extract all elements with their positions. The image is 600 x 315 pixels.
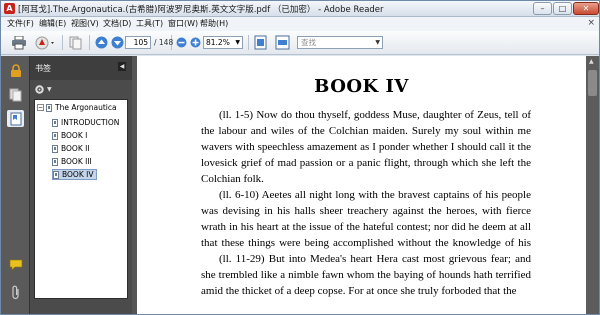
bookmarks-panel: 书签 ◀ ▼ − The Argonautica INTRODUCTION BO… (30, 56, 132, 314)
restore-button[interactable]: □ (553, 2, 572, 15)
bookmark-label: BOOK IV (62, 170, 94, 179)
chevron-down-icon: ▼ (47, 86, 52, 93)
bookmark-tree: − The Argonautica INTRODUCTION BOOK I BO… (34, 99, 128, 299)
collapse-toggle-icon[interactable]: − (37, 104, 44, 111)
bookmarks-tab[interactable] (7, 110, 24, 127)
close-button[interactable]: ✕ (573, 2, 599, 15)
toolbar-separator (62, 35, 63, 50)
bookmark-icon (52, 144, 58, 153)
collapse-panel-button[interactable]: ◀ (118, 62, 126, 71)
bookmark-icon (10, 112, 21, 125)
vertical-scrollbar[interactable]: ▲ (586, 56, 599, 314)
fit-page-button[interactable] (252, 34, 268, 51)
menu-tools[interactable]: 工具(T) (136, 18, 163, 29)
security-tab[interactable] (7, 62, 24, 79)
create-pdf-button[interactable] (34, 34, 58, 51)
bookmark-label: BOOK III (61, 157, 92, 166)
menu-document[interactable]: 文档(D) (103, 18, 131, 29)
bookmark-options-button[interactable]: ▼ (34, 83, 54, 96)
bookmarks-panel-title: 书签 (35, 64, 51, 73)
zoom-out-button[interactable] (175, 34, 187, 51)
pages-tab[interactable] (7, 86, 24, 103)
bookmark-label: BOOK I (61, 131, 88, 140)
bookmark-icon (52, 118, 58, 127)
fit-width-button[interactable] (273, 34, 291, 51)
bookmark-label: BOOK II (61, 144, 90, 153)
scroll-up-icon[interactable]: ▲ (589, 58, 594, 65)
title-bar: A [阿耳戈].The.Argonautica.(古希腊)阿波罗尼奥斯.英文文字… (1, 1, 599, 17)
bookmarks-panel-header: 书签 ◀ (30, 56, 132, 80)
bookmark-root[interactable]: − The Argonautica (37, 103, 117, 112)
menu-window[interactable]: 窗口(W) (168, 18, 198, 29)
window-title: [阿耳戈].The.Argonautica.(古希腊)阿波罗尼奥斯.英文文字版.… (18, 5, 384, 15)
zoom-in-icon (190, 37, 200, 48)
minimize-button[interactable]: – (533, 2, 552, 15)
previous-page-button[interactable] (94, 34, 108, 51)
paragraph: (ll. 11-29) But into Medea's heart Hera … (201, 253, 531, 297)
bookmark-label: INTRODUCTION (61, 118, 120, 127)
print-button[interactable] (9, 34, 29, 51)
zoom-level-select[interactable]: 81.2% ▼ (203, 36, 243, 49)
navigation-tabs (1, 56, 30, 314)
bookmark-label: The Argonautica (55, 103, 117, 112)
zoom-in-button[interactable] (189, 34, 201, 51)
page-thumbnails-icon (9, 88, 22, 101)
zoom-out-icon (176, 37, 186, 48)
fit-page-icon (254, 35, 266, 50)
scrollbar-thumb[interactable] (588, 70, 597, 96)
chevron-down-icon: ▼ (235, 39, 240, 46)
paperclip-icon (11, 285, 19, 300)
page-heading: BOOK IV (314, 76, 409, 97)
bookmark-icon (52, 157, 58, 166)
menu-bar: 文件(F) 编辑(E) 视图(V) 文档(D) 工具(T) 窗口(W) 帮助(H… (1, 17, 599, 31)
comments-tab[interactable] (7, 256, 24, 273)
page-number-input[interactable] (125, 36, 151, 49)
bookmark-item[interactable]: INTRODUCTION (52, 118, 119, 127)
pages-button[interactable] (67, 34, 85, 51)
menu-help[interactable]: 帮助(H) (200, 18, 228, 29)
up-arrow-icon (95, 36, 107, 49)
bookmark-item[interactable]: BOOK II (52, 144, 90, 153)
toolbar-separator (89, 35, 90, 50)
pdf-page: BOOK IV (ll. 1-5) Now do thou thyself, g… (137, 56, 586, 314)
menu-view[interactable]: 视图(V) (71, 18, 99, 29)
comment-icon (9, 259, 22, 271)
menu-edit[interactable]: 编辑(E) (39, 18, 66, 29)
zoom-level-value: 81.2% (206, 38, 230, 47)
paragraph: (ll. 6-10) Aeetes all night long with th… (201, 189, 531, 249)
page-total: / 148 (154, 38, 174, 47)
reader-window: A [阿耳戈].The.Argonautica.(古希腊)阿波罗尼奥斯.英文文字… (0, 0, 600, 315)
toolbar-separator (248, 35, 249, 50)
down-arrow-icon (111, 36, 123, 49)
paragraph: (ll. 1-5) Now do thou thyself, goddess M… (201, 109, 531, 185)
find-placeholder: 查找 (301, 38, 316, 47)
menu-file[interactable]: 文件(F) (7, 18, 34, 29)
adobe-reader-icon: A (4, 3, 15, 14)
bookmark-item-selected[interactable]: BOOK IV (52, 169, 98, 180)
lock-icon (10, 63, 21, 77)
bookmark-icon (53, 170, 59, 179)
printer-icon (12, 35, 26, 49)
attachments-tab[interactable] (7, 284, 24, 301)
close-document-icon[interactable]: × (587, 18, 595, 28)
pages-icon (69, 36, 82, 49)
gear-icon (35, 85, 44, 94)
fit-width-icon (275, 35, 289, 50)
bookmark-item[interactable]: BOOK III (52, 157, 92, 166)
bookmark-icon (52, 131, 58, 140)
bookmark-item[interactable]: BOOK I (52, 131, 87, 140)
create-pdf-icon (35, 36, 54, 49)
find-input[interactable]: 查找 ▼ (297, 36, 383, 49)
document-view[interactable]: BOOK IV (ll. 1-5) Now do thou thyself, g… (132, 56, 599, 314)
chevron-down-icon: ▼ (375, 39, 380, 46)
next-page-button[interactable] (110, 34, 124, 51)
bookmark-icon (46, 103, 52, 112)
